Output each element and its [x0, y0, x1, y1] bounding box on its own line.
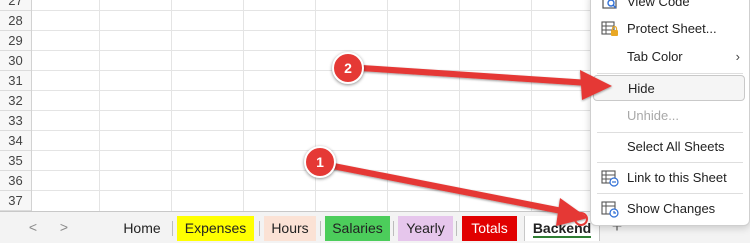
active-tab-indicator [533, 236, 591, 238]
menu-item-view-code[interactable]: View Code [591, 0, 749, 15]
row-header[interactable]: 36 [0, 171, 31, 191]
tab-separator [456, 221, 457, 236]
sheet-tab-home[interactable]: Home [113, 216, 171, 241]
menu-separator [597, 132, 743, 133]
tab-separator [393, 221, 394, 236]
sheet-tab-yearly[interactable]: Yearly [398, 216, 453, 241]
grid-line [387, 0, 388, 211]
menu-item-hide[interactable]: Hide [593, 75, 745, 101]
sheet-tab-backend-label: Backend [532, 220, 592, 236]
sheet-tab-hours[interactable]: Hours [264, 216, 316, 241]
grid-line [315, 0, 316, 211]
grid-line [531, 0, 532, 211]
annotation-badge-1: 1 [304, 146, 336, 178]
menu-separator [597, 73, 743, 74]
row-header[interactable]: 32 [0, 91, 31, 111]
row-headers: 27 28 29 30 31 32 33 34 35 36 37 [0, 0, 32, 211]
sheet-tab-salaries[interactable]: Salaries [325, 216, 390, 241]
row-header[interactable]: 37 [0, 191, 31, 211]
menu-item-label: Tab Color [627, 49, 683, 64]
row-header[interactable]: 30 [0, 51, 31, 71]
menu-item-show-changes[interactable]: Show Changes [591, 196, 749, 222]
tab-separator [172, 221, 173, 236]
row-header[interactable]: 29 [0, 31, 31, 51]
row-header[interactable]: 34 [0, 131, 31, 151]
menu-item-label: View Code [627, 0, 690, 9]
row-header[interactable]: 31 [0, 71, 31, 91]
grid-line [99, 0, 100, 211]
menu-item-label: Show Changes [627, 201, 716, 216]
tab-separator [320, 221, 321, 236]
menu-item-label: Protect Sheet... [627, 21, 717, 36]
show-changes-icon [601, 200, 619, 218]
menu-item-label: Unhide... [627, 108, 680, 123]
menu-separator [597, 193, 743, 194]
grid-line [171, 0, 172, 211]
link-sheet-icon [601, 169, 619, 187]
menu-separator [597, 162, 743, 163]
row-header[interactable]: 27 [0, 0, 31, 11]
menu-item-link-to-sheet[interactable]: Link to this Sheet [591, 165, 749, 191]
sheet-tab-context-menu: View Code Protect Sheet... Tab Color › H… [590, 0, 750, 226]
menu-item-select-all-sheets[interactable]: Select All Sheets [591, 134, 749, 160]
menu-item-tab-color[interactable]: Tab Color › [591, 44, 749, 70]
grid-line [243, 0, 244, 211]
menu-item-label: Hide [628, 81, 655, 96]
menu-item-protect-sheet[interactable]: Protect Sheet... [591, 16, 749, 42]
row-header[interactable]: 28 [0, 11, 31, 31]
annotation-badge-2: 2 [332, 52, 364, 84]
scroll-tabs-left-button[interactable]: < [23, 217, 43, 237]
sheet-tab-expenses[interactable]: Expenses [177, 216, 254, 241]
menu-item-unhide[interactable]: Unhide... [591, 103, 749, 129]
sheet-tab-backend[interactable]: Backend [524, 216, 600, 241]
grid-line [459, 0, 460, 211]
row-header[interactable]: 35 [0, 151, 31, 171]
tab-separator [259, 221, 260, 236]
chevron-right-icon: › [735, 49, 740, 64]
protect-sheet-icon [601, 20, 619, 38]
menu-item-label: Select All Sheets [627, 139, 725, 154]
scroll-tabs-right-button[interactable]: > [54, 217, 74, 237]
view-code-icon [601, 0, 619, 11]
menu-item-label: Link to this Sheet [627, 170, 727, 185]
row-header[interactable]: 33 [0, 111, 31, 131]
sheet-tab-totals[interactable]: Totals [462, 216, 517, 241]
